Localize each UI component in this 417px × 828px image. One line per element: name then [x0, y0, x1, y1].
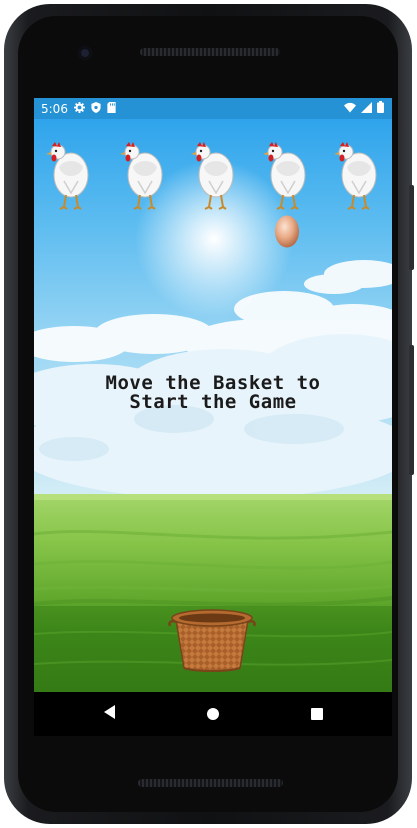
- front-camera: [78, 46, 92, 60]
- power-button: [409, 185, 414, 270]
- chicken-2: [120, 142, 163, 210]
- volume-button: [409, 345, 414, 475]
- shield-icon: [91, 101, 101, 116]
- status-time: 5:06: [41, 101, 68, 116]
- chicken-3: [191, 142, 234, 210]
- start-message: Move the Basket to Start the Game: [34, 374, 392, 412]
- home-icon[interactable]: [207, 708, 219, 720]
- recents-icon[interactable]: [311, 708, 323, 720]
- chicken-1: [46, 142, 89, 210]
- sd-card-icon: [107, 101, 116, 116]
- signal-icon: [361, 101, 372, 116]
- chicken-4: [263, 142, 306, 210]
- chicken-5: [334, 142, 377, 210]
- start-message-line-2: Start the Game: [129, 391, 297, 413]
- falling-egg: [275, 215, 299, 248]
- wifi-icon: [344, 102, 356, 116]
- basket[interactable]: [168, 606, 256, 672]
- device-screen: 5:06 Move the Basket to Start the Game: [34, 98, 392, 692]
- battery-icon: [377, 101, 384, 116]
- game-canvas[interactable]: Move the Basket to Start the Game: [34, 119, 392, 692]
- bottom-speaker: [138, 779, 283, 787]
- status-bar: 5:06: [34, 98, 392, 119]
- gear-icon: [73, 101, 85, 116]
- earpiece-speaker: [140, 48, 280, 56]
- back-icon[interactable]: [104, 705, 115, 719]
- navigation-bar: [34, 692, 392, 736]
